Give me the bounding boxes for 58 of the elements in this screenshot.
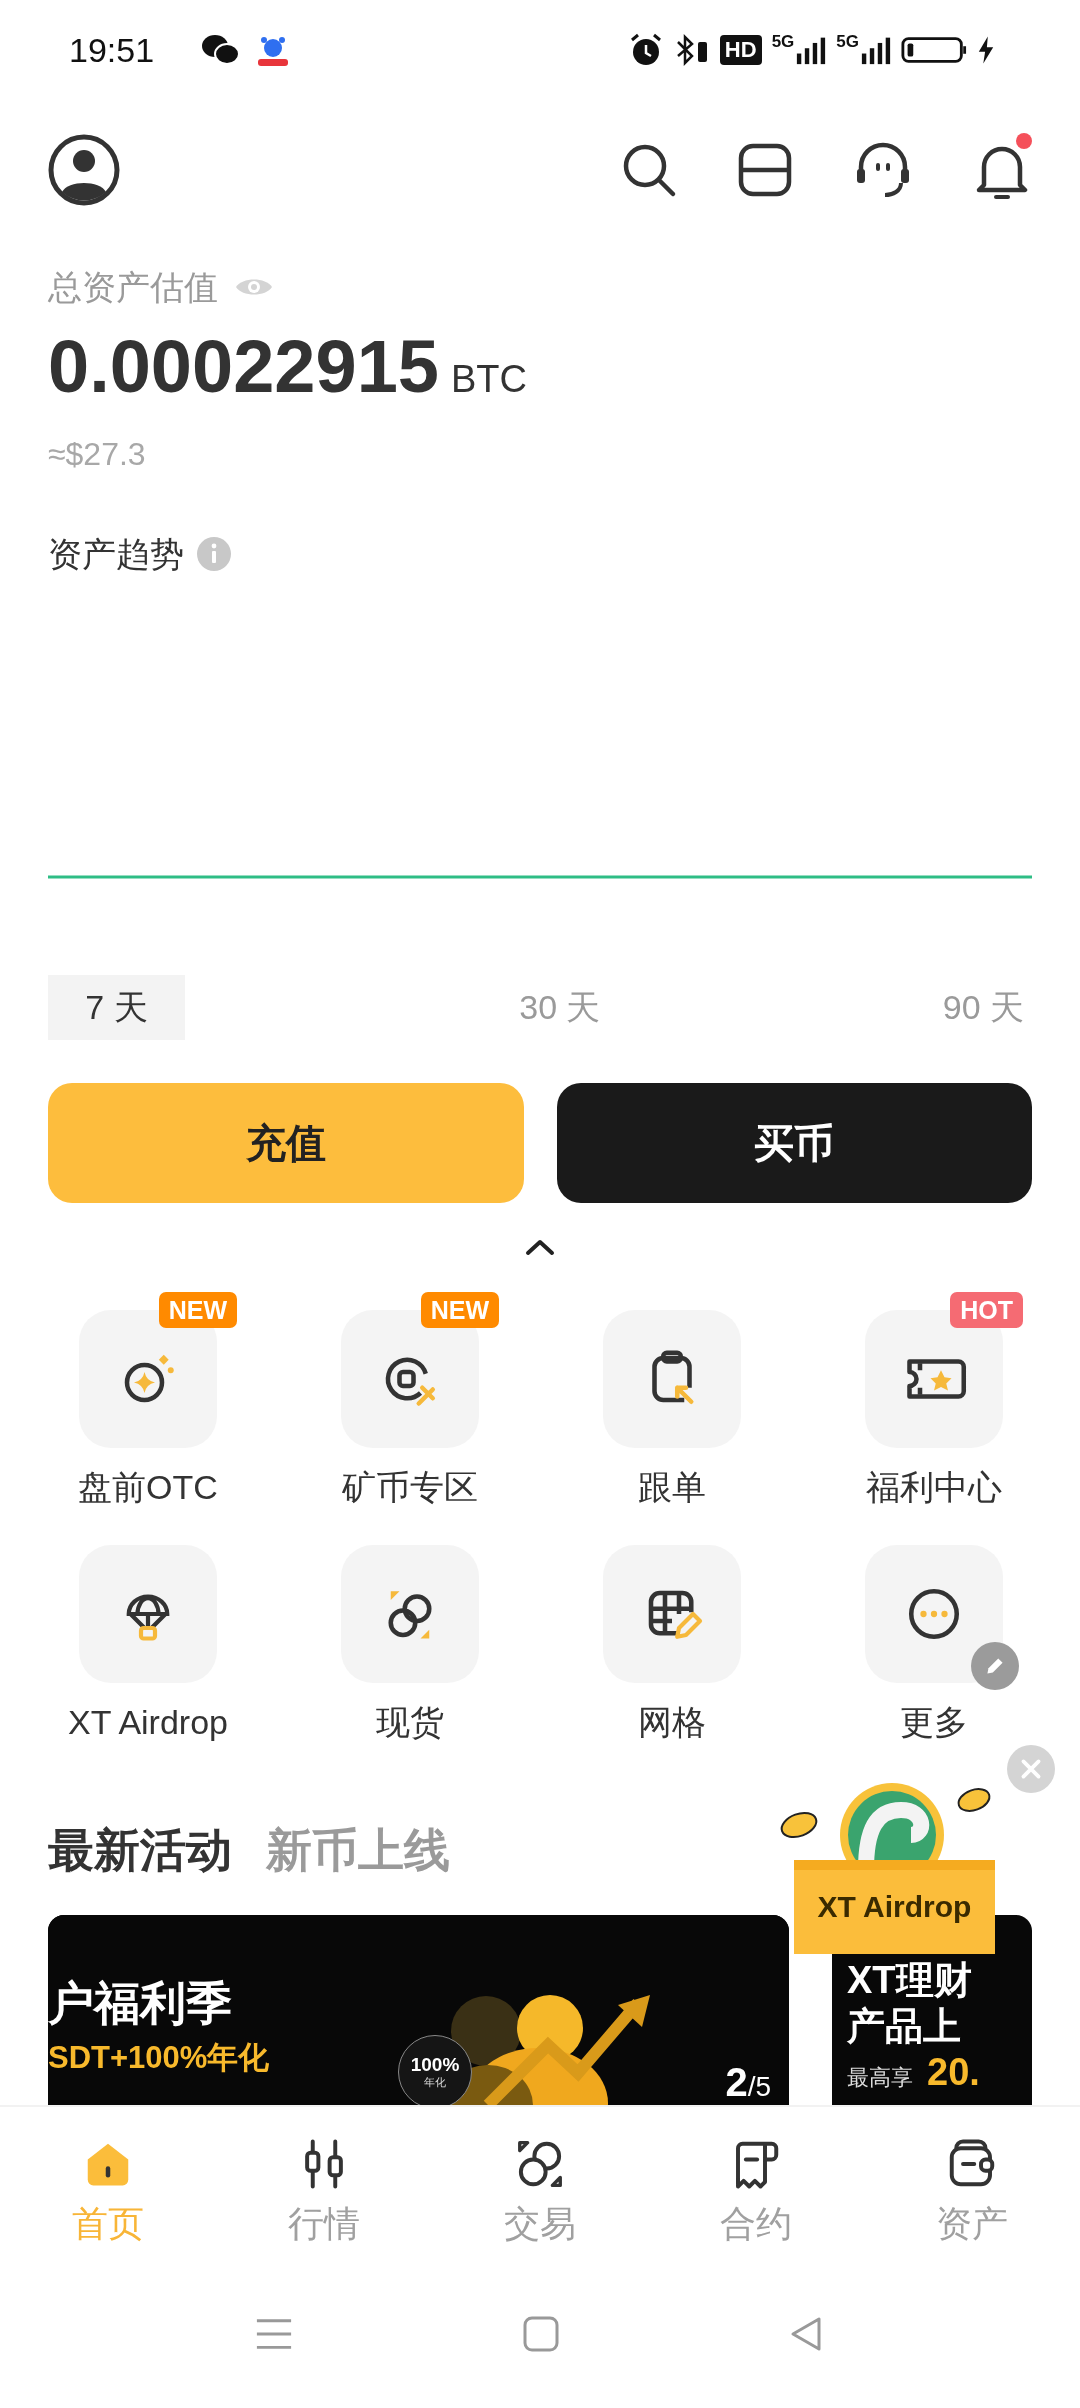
period-tab[interactable]: 7 天 [48, 975, 185, 1040]
section-tab[interactable]: 新币上线 [266, 1820, 450, 1880]
shortcut-label: XT Airdrop [68, 1702, 228, 1743]
shortcut-label: 更多 [900, 1702, 968, 1743]
shortcut-label: 盘前OTC [78, 1467, 218, 1508]
nav-tab[interactable]: 资产 [864, 2137, 1080, 2245]
chevron-up-icon[interactable] [525, 1238, 555, 1256]
shortcut-tile[interactable] [603, 1545, 741, 1683]
shortcut-label: 跟单 [638, 1467, 706, 1508]
badge: NEW [420, 1292, 499, 1328]
banner-note: 最高享 [847, 2064, 913, 2092]
fiat-value: ≈$27.3 [48, 435, 147, 474]
network-type: 5G [836, 32, 859, 52]
status-time: 19:51 [69, 30, 155, 70]
close-icon [1018, 1756, 1044, 1782]
shortcut-label: 福利中心 [866, 1467, 1002, 1508]
shortcut-label: 矿币专区 [342, 1467, 478, 1508]
edit-button[interactable] [971, 1642, 1019, 1690]
shortcut-tile[interactable] [865, 1545, 1003, 1683]
buy-button[interactable]: 买币 [556, 1083, 1032, 1203]
page-total: /5 [747, 2071, 771, 2103]
page-current: 2 [725, 2060, 748, 2105]
deposit-button[interactable]: 充值 [48, 1083, 524, 1203]
avatar-icon[interactable] [48, 134, 120, 206]
hd-indicator: HD [719, 35, 762, 65]
menu-icon[interactable] [255, 2316, 293, 2352]
home-square-icon[interactable] [523, 2316, 559, 2352]
currency-unit: BTC [450, 357, 527, 402]
badge: NEW [158, 1292, 237, 1328]
airdrop-label: XT Airdrop [794, 1860, 995, 1954]
banner-title: 户福利季 [48, 1976, 232, 2031]
shortcut-tile[interactable] [603, 1310, 741, 1448]
banner-title: XT理财 [847, 1958, 972, 2003]
banner-subtitle: SDT+100%年化 [48, 2039, 270, 2077]
network-type: 5G [771, 32, 795, 52]
banner-subtitle: 产品上 [847, 2004, 961, 2049]
shortcut-tile[interactable] [79, 1545, 217, 1683]
period-tab[interactable]: 90 天 [934, 975, 1032, 1040]
badge: HOT [950, 1292, 1023, 1328]
shortcut-tile[interactable] [341, 1545, 479, 1683]
balance-amount: 0.00022915 [48, 324, 439, 410]
section-title: 资产趋势 [48, 534, 184, 575]
shortcut-label: 现货 [376, 1702, 444, 1743]
nav-tab[interactable]: 首页 [0, 2137, 216, 2245]
battery-icon [901, 35, 967, 65]
banner-figure: 20. [927, 2051, 980, 2094]
nav-tab[interactable]: 合约 [648, 2137, 864, 2245]
seal-caption: 年化 [424, 2075, 446, 2089]
promo-banner[interactable]: 户福利季 SDT+100%年化 100% 年化 2/5 [48, 1915, 789, 2105]
balance-label: 总资产估值 [48, 267, 218, 308]
section-tab[interactable]: 最新活动 [48, 1820, 232, 1880]
period-tab[interactable]: 30 天 [511, 975, 609, 1040]
charging-icon [977, 34, 995, 66]
scan-icon[interactable] [736, 141, 794, 199]
nav-tab[interactable]: 行情 [216, 2137, 432, 2245]
nav-tab[interactable]: 交易 [432, 2137, 648, 2245]
seal-rate: 100% [410, 2055, 460, 2075]
shortcut-label: 网格 [638, 1702, 706, 1743]
